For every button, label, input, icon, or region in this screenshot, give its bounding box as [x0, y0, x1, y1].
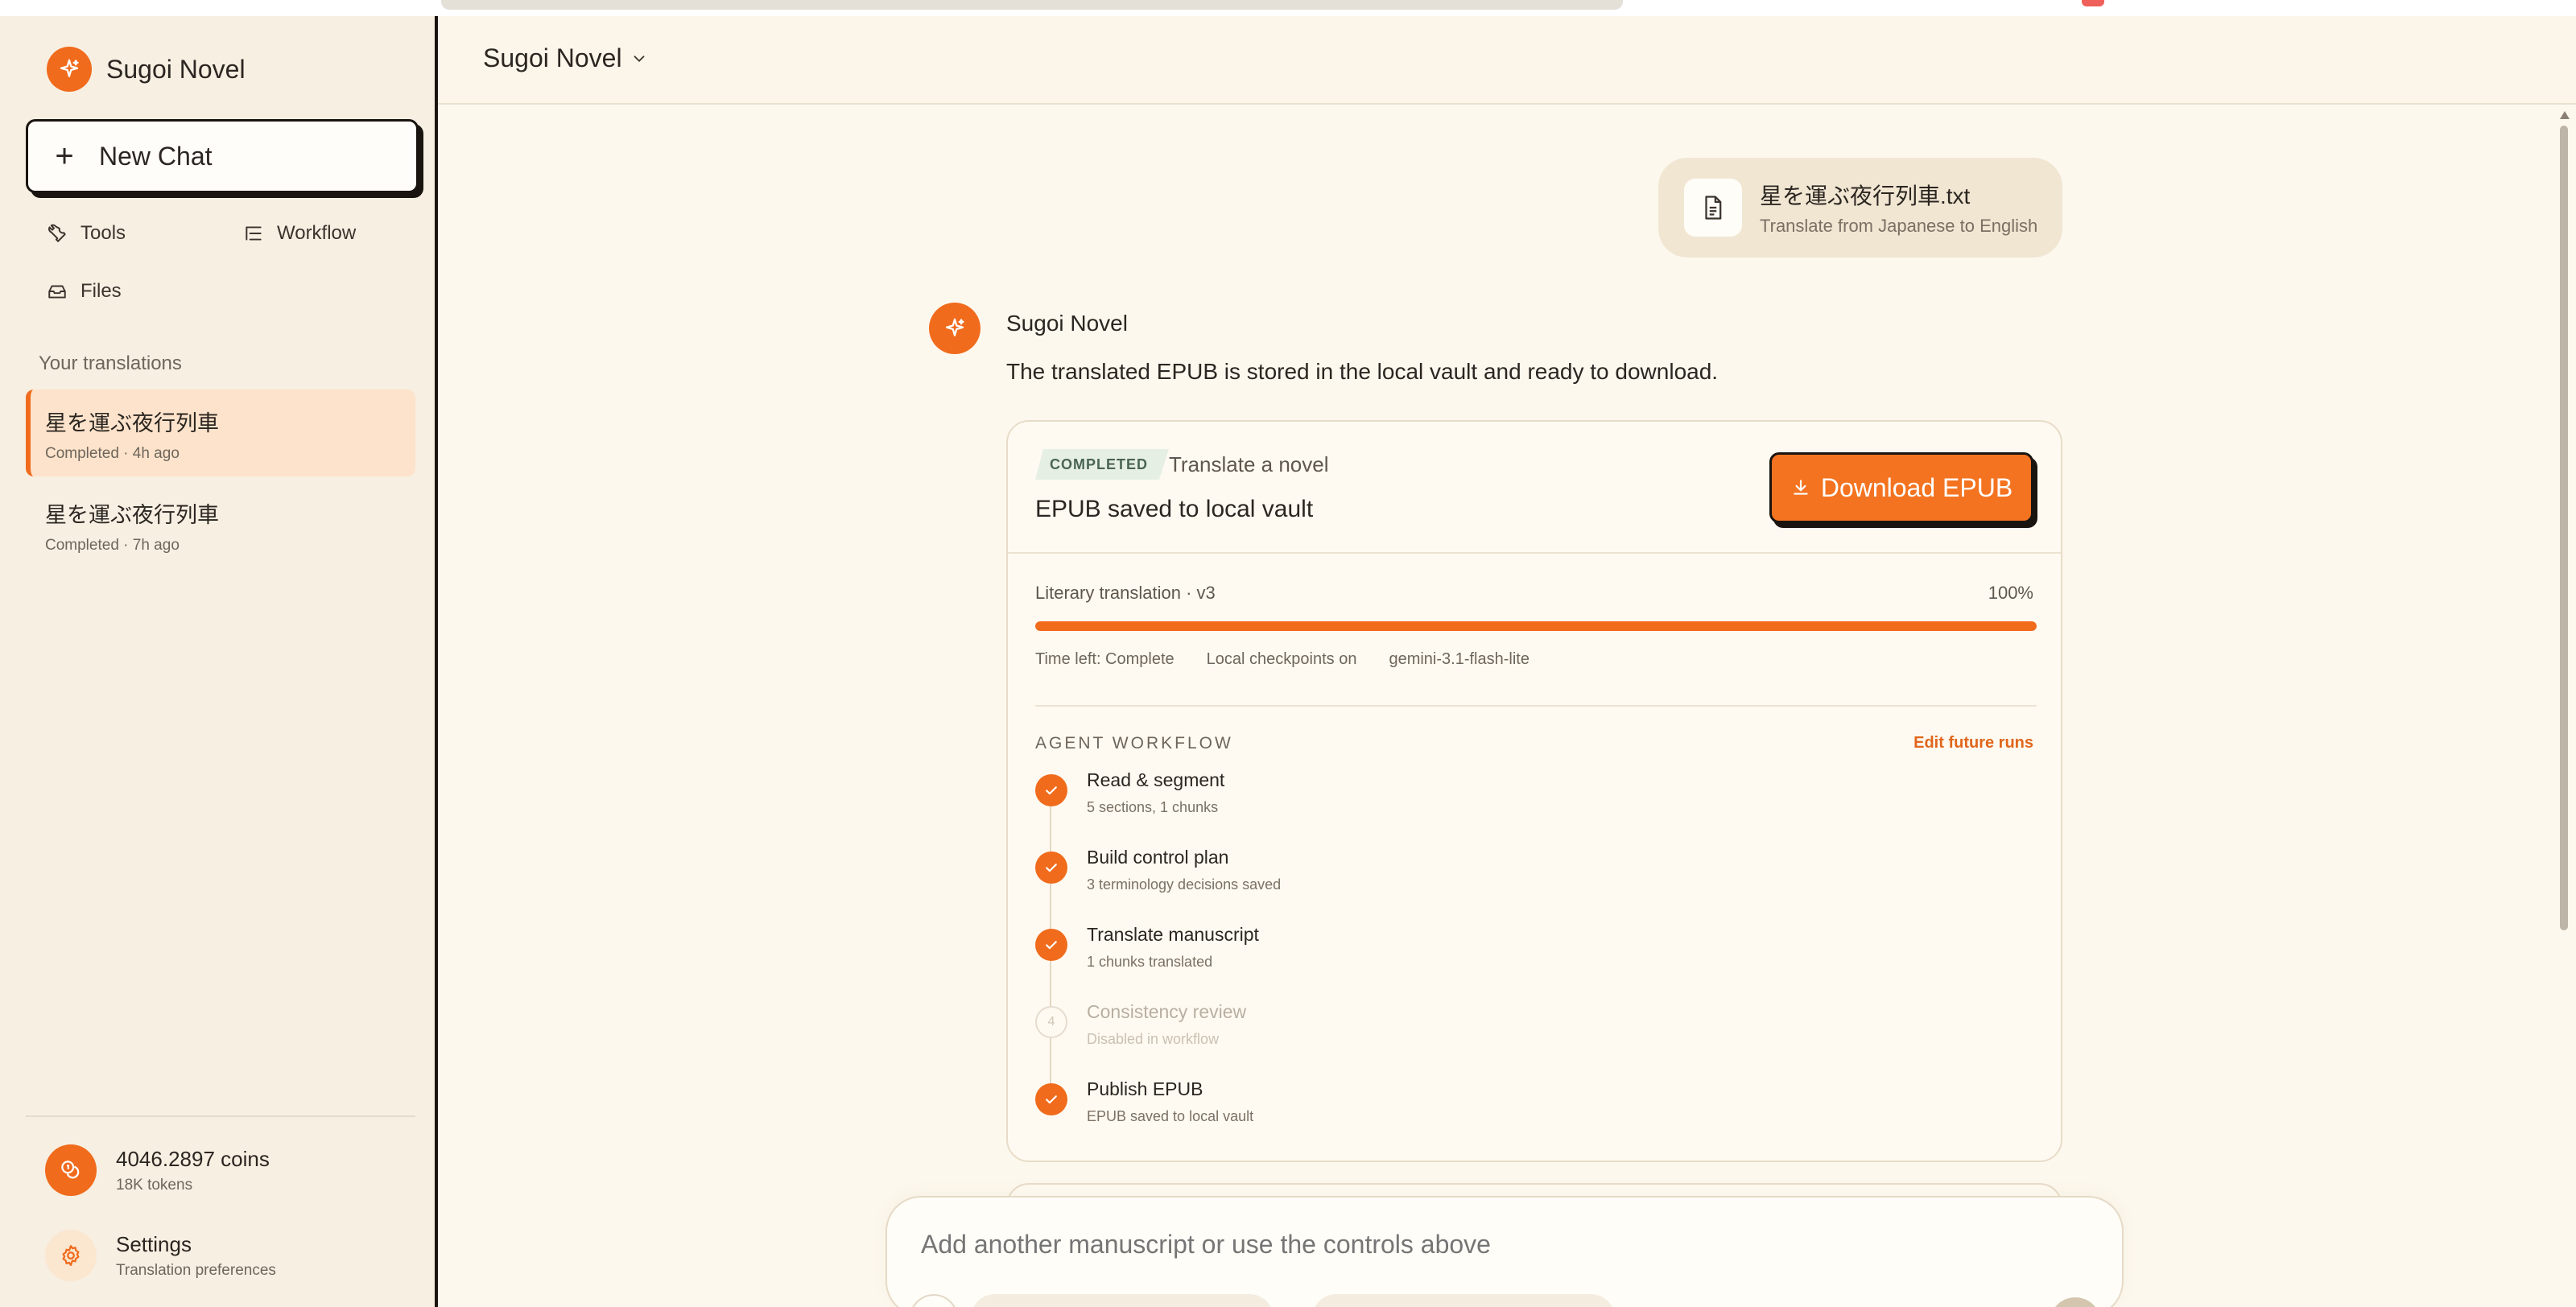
step-detail: 1 chunks translated	[1087, 954, 1213, 970]
file-description: Translate from Japanese to English	[1760, 216, 2038, 236]
chevron-down-icon	[634, 55, 644, 62]
translation-job-card: COMPLETED Translate a novel EPUB saved t…	[1006, 420, 2062, 1162]
conversation-title: 星を運ぶ夜行列車	[45, 503, 219, 527]
progress-bar-fill	[1035, 621, 2037, 631]
download-icon	[1794, 480, 1808, 495]
assistant-message: The translated EPUB is stored in the loc…	[1006, 359, 1719, 384]
browser-top-strip	[0, 0, 2576, 16]
file-name: 星を運ぶ夜行列車.txt	[1760, 183, 1971, 208]
card-title: EPUB saved to local vault	[1035, 496, 1314, 522]
main-header: Sugoi Novel	[438, 16, 2576, 105]
composer-control-pill[interactable]	[1312, 1294, 1615, 1307]
inbox-icon	[48, 285, 66, 299]
card-divider	[1035, 705, 2037, 707]
nav-workflow-label: Workflow	[277, 222, 357, 244]
tokens-count: 18K tokens	[116, 1176, 193, 1194]
coins-amount: 4046.2897 coins	[116, 1146, 270, 1171]
model-name: gemini-3.1-flash-lite	[1389, 650, 1530, 668]
progress-percent: 100%	[1988, 583, 2033, 603]
new-chat-button[interactable]: + New Chat	[26, 119, 419, 193]
download-epub-button[interactable]: Download EPUB	[1769, 452, 2033, 523]
assistant-name: Sugoi Novel	[1006, 311, 1128, 336]
wrench-icon	[48, 224, 66, 242]
conversation-item-active[interactable]: 星を運ぶ夜行列車 Completed · 4h ago	[26, 390, 415, 476]
progress-label: Literary translation · v3	[1035, 583, 1216, 603]
brand[interactable]: Sugoi Novel	[47, 47, 246, 92]
step-title: Read & segment	[1087, 769, 1225, 790]
nav-workflow[interactable]: Workflow	[243, 222, 356, 245]
download-epub-label: Download EPUB	[1820, 472, 2013, 502]
sidebar: Sugoi Novel + New Chat Tools Workflow Fi…	[0, 16, 438, 1307]
step-number-badge: 4	[1035, 1006, 1067, 1038]
checkpoints-status: Local checkpoints on	[1206, 650, 1357, 668]
plus-icon: +	[55, 138, 74, 174]
check-icon	[1035, 1083, 1067, 1115]
workflow-step: Read & segment 5 sections, 1 chunks	[1035, 769, 1224, 816]
workflow-step: Translate manuscript 1 chunks translated	[1035, 924, 1259, 971]
step-title: Consistency review	[1087, 1001, 1247, 1022]
app-name: Sugoi Novel	[106, 54, 246, 84]
workflow-step-disabled: 4 Consistency review Disabled in workflo…	[1035, 1001, 1246, 1048]
coins-balance[interactable]: 4046.2897 coins 18K tokens	[45, 1144, 270, 1196]
settings-button[interactable]: Settings Translation preferences	[45, 1230, 276, 1281]
model-selector[interactable]: Sugoi Novel	[483, 43, 648, 73]
conversation-meta: Completed · 7h ago	[45, 537, 180, 554]
workflow-step: Build control plan 3 terminology decisio…	[1035, 847, 1281, 893]
translations-section-label: Your translations	[39, 353, 182, 374]
step-detail: 5 sections, 1 chunks	[1087, 799, 1219, 815]
workflow-label: AGENT WORKFLOW	[1035, 734, 1233, 752]
conversation-title: 星を運ぶ夜行列車	[45, 411, 219, 435]
sparkle-logo-icon	[47, 47, 92, 92]
sidebar-divider	[26, 1115, 415, 1117]
check-icon	[1035, 774, 1067, 806]
nav-files[interactable]: Files	[47, 280, 122, 303]
uploaded-file-chip[interactable]: 星を運ぶ夜行列車.txt Translate from Japanese to …	[1658, 158, 2062, 258]
conversation-item[interactable]: 星を運ぶ夜行列車 Completed · 7h ago	[26, 481, 415, 568]
card-header: COMPLETED Translate a novel EPUB saved t…	[1008, 422, 2061, 554]
progress-bar	[1035, 621, 2037, 631]
nav-tools[interactable]: Tools	[47, 222, 126, 245]
nav-tools-label: Tools	[80, 222, 126, 244]
top-bar-shape	[441, 0, 1623, 10]
scrollbar[interactable]	[2557, 106, 2570, 1307]
step-title: Translate manuscript	[1087, 924, 1259, 945]
document-icon	[1684, 179, 1742, 237]
check-icon	[1035, 929, 1067, 961]
assistant-avatar-sparkle-icon	[929, 303, 980, 354]
step-title: Build control plan	[1087, 847, 1229, 868]
composer	[886, 1196, 2124, 1307]
message-input[interactable]	[921, 1230, 2048, 1260]
scroll-up-arrow-icon[interactable]	[2560, 111, 2570, 119]
list-tree-icon	[246, 226, 262, 241]
attach-button[interactable]	[910, 1294, 958, 1307]
step-detail: Disabled in workflow	[1087, 1031, 1220, 1047]
edit-future-runs-link[interactable]: Edit future runs	[1913, 734, 2033, 752]
settings-label: Settings	[116, 1231, 192, 1256]
status-badge: COMPLETED	[1035, 449, 1169, 480]
time-left: Time left: Complete	[1035, 650, 1174, 668]
coins-icon	[45, 1144, 97, 1196]
composer-control-pill[interactable]	[971, 1294, 1274, 1307]
progress-meta: Time left: Complete Local checkpoints on…	[1035, 650, 1562, 669]
nav-files-label: Files	[80, 280, 122, 302]
workflow-step: Publish EPUB EPUB saved to local vault	[1035, 1078, 1253, 1125]
new-chat-label: New Chat	[99, 141, 213, 171]
send-button[interactable]	[2050, 1297, 2101, 1307]
step-title: Publish EPUB	[1087, 1078, 1203, 1099]
task-caption: Translate a novel	[1169, 452, 1329, 476]
settings-sub: Translation preferences	[116, 1261, 276, 1279]
scrollbar-thumb[interactable]	[2560, 126, 2568, 930]
model-selector-label: Sugoi Novel	[483, 43, 622, 72]
gear-icon	[45, 1230, 97, 1281]
check-icon	[1035, 851, 1067, 884]
notification-indicator	[2082, 0, 2104, 6]
step-detail: EPUB saved to local vault	[1087, 1108, 1254, 1124]
conversation-meta: Completed · 4h ago	[45, 445, 180, 462]
step-detail: 3 terminology decisions saved	[1087, 876, 1282, 893]
